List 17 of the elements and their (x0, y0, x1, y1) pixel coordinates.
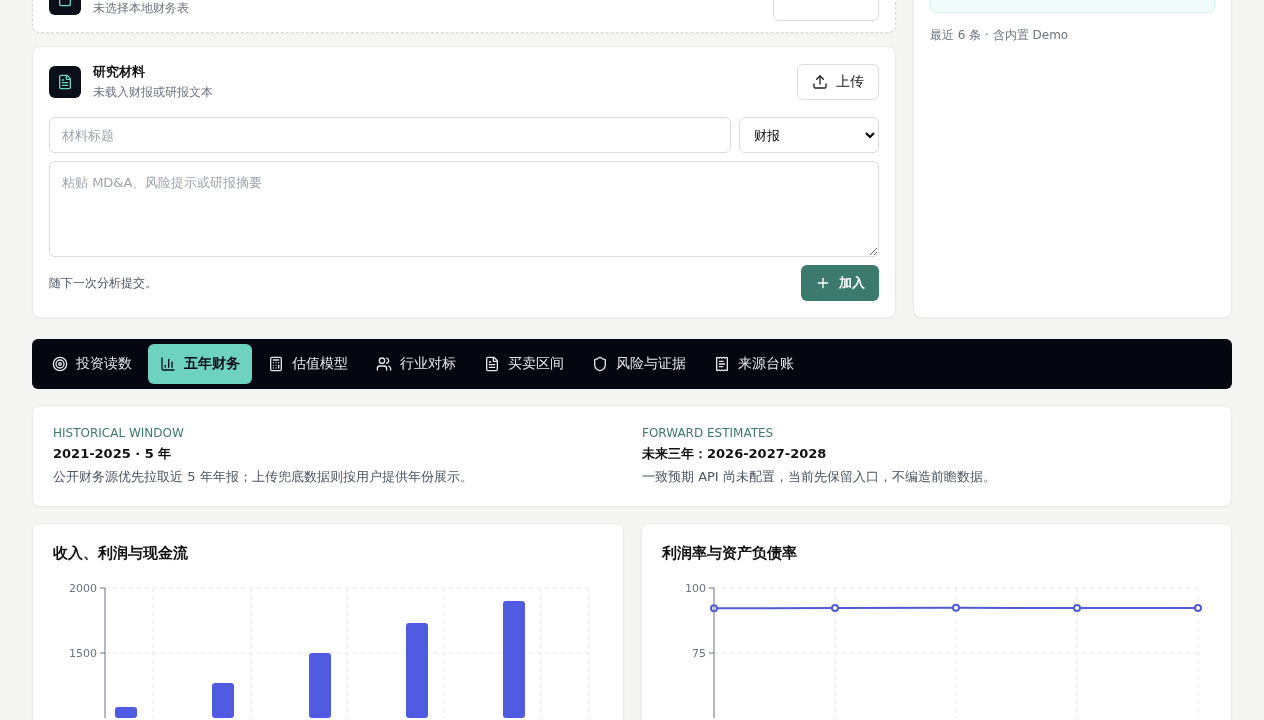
card-subtitle: 未选择本地财务表 (93, 0, 190, 17)
section-label: FORWARD ESTIMATES (642, 426, 775, 440)
card-subtitle: 未载入财报或研报文本 (93, 84, 214, 101)
chart-title: 收入、利润与现金流 (53, 544, 189, 563)
chart-title: 利润率与资产负债率 (662, 544, 798, 563)
axis-label: 100 (685, 582, 706, 595)
axis-label: 75 (692, 647, 706, 660)
section-title: 2021-2025 · 5 年 (53, 445, 173, 463)
section-description: 一致预期 API 尚未配置，当前先保留入口，不编造前瞻数据。 (642, 468, 997, 486)
section-description: 公开财务源优先拉取近 5 年年报；上传兜底数据则按用户提供年份展示。 (53, 468, 474, 486)
card-title: 研究材料 (93, 63, 146, 81)
section-title: 未来三年：2026-2027-2028 (642, 445, 828, 463)
axis-label: 2000 (69, 582, 97, 595)
history-note: 最近 6 条 · 含内置 Demo (930, 27, 1070, 44)
axis-label: 1500 (69, 647, 97, 660)
footer-note: 随下一次分析提交。 (49, 274, 157, 292)
section-label: HISTORICAL WINDOW (53, 426, 185, 440)
